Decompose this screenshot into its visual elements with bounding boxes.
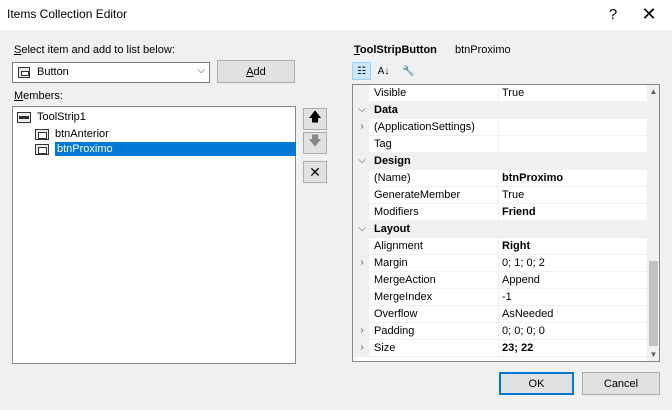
- window-title: Items Collection Editor: [7, 7, 128, 21]
- select-item-label: Select item and add to list below:: [14, 44, 175, 56]
- property-row-margin[interactable]: › Margin 0; 1; 0; 2: [353, 255, 647, 272]
- property-row-tag[interactable]: Tag: [353, 136, 647, 153]
- arrow-down-icon: 🡇: [308, 133, 322, 148]
- chevron-down-icon[interactable]: ⌵: [197, 65, 205, 76]
- add-button[interactable]: Add: [217, 60, 295, 83]
- collapse-icon[interactable]: ⌵: [356, 104, 368, 115]
- property-row-mergeindex[interactable]: MergeIndex -1: [353, 289, 647, 306]
- move-up-button[interactable]: 🡅: [303, 108, 327, 130]
- help-button[interactable]: ?: [596, 1, 630, 27]
- collapse-icon[interactable]: ⌵: [356, 223, 368, 234]
- arrow-up-icon: 🡅: [308, 109, 322, 124]
- delete-button[interactable]: ✕: [303, 161, 327, 183]
- scroll-thumb[interactable]: [649, 261, 658, 346]
- categorized-view-icon[interactable]: ☷: [352, 62, 371, 80]
- property-grid-scrollbar[interactable]: ▲ ▼: [647, 85, 659, 361]
- object-type-label: ToolStripButton: [354, 44, 437, 56]
- tree-item-btnproximo[interactable]: btnProximo: [35, 141, 297, 157]
- tree-item-label: ToolStrip1: [37, 111, 86, 123]
- property-row-padding[interactable]: › Padding 0; 0; 0; 0: [353, 323, 647, 340]
- scroll-down-icon[interactable]: ▼: [647, 348, 659, 361]
- expand-icon[interactable]: ›: [356, 121, 368, 132]
- move-down-button[interactable]: 🡇: [303, 132, 327, 154]
- alphabetical-view-icon[interactable]: A↓: [374, 62, 393, 80]
- property-row-alignment[interactable]: Alignment Right: [353, 238, 647, 255]
- property-row-applicationsettings[interactable]: › (ApplicationSettings): [353, 119, 647, 136]
- collapse-icon[interactable]: ⌵: [356, 155, 368, 166]
- tree-item-label: btnProximo: [54, 141, 297, 157]
- property-grid-toolbar: ☷ A↓ 🔧: [352, 61, 672, 81]
- button-icon: [35, 143, 49, 155]
- tree-item-label: btnAnterior: [55, 128, 109, 140]
- category-design[interactable]: ⌵ Design: [353, 153, 647, 170]
- object-name-label: btnProximo: [455, 44, 511, 56]
- ok-button[interactable]: OK: [499, 372, 574, 395]
- delete-icon: ✕: [309, 163, 321, 180]
- button-type-icon: [18, 67, 30, 78]
- title-bar: Items Collection Editor ? ✕: [0, 0, 672, 30]
- expand-icon[interactable]: ›: [356, 342, 368, 353]
- property-row-size[interactable]: › Size 23; 22: [353, 340, 647, 357]
- property-row-name[interactable]: (Name) btnProximo: [353, 170, 647, 187]
- item-type-combo[interactable]: Button ⌵: [12, 62, 210, 83]
- button-icon: [35, 128, 49, 140]
- members-list[interactable]: ToolStrip1 btnAnterior btnProximo: [12, 106, 297, 364]
- item-type-value: Button: [37, 66, 69, 78]
- tree-item-btnanterior[interactable]: btnAnterior: [35, 126, 109, 142]
- property-row-modifiers[interactable]: Modifiers Friend: [353, 204, 647, 221]
- property-row-mergeaction[interactable]: MergeAction Append: [353, 272, 647, 289]
- category-layout[interactable]: ⌵ Layout: [353, 221, 647, 238]
- property-row-generatemember[interactable]: GenerateMember True: [353, 187, 647, 204]
- property-row-overflow[interactable]: Overflow AsNeeded: [353, 306, 647, 323]
- members-label: Members:: [14, 90, 63, 102]
- expand-icon[interactable]: ›: [356, 257, 368, 268]
- toolstrip-icon: [17, 111, 31, 123]
- category-data[interactable]: ⌵ Data: [353, 102, 647, 119]
- property-pages-icon[interactable]: 🔧: [399, 62, 418, 80]
- scroll-up-icon[interactable]: ▲: [647, 85, 659, 98]
- tree-item-toolstrip[interactable]: ToolStrip1: [17, 109, 86, 125]
- cancel-button[interactable]: Cancel: [582, 372, 660, 395]
- expand-icon[interactable]: ›: [356, 325, 368, 336]
- property-grid[interactable]: Visible True ⌵ Data › (ApplicationSettings)…: [352, 84, 660, 362]
- close-button[interactable]: ✕: [632, 1, 666, 27]
- property-row-visible[interactable]: Visible True: [353, 85, 647, 102]
